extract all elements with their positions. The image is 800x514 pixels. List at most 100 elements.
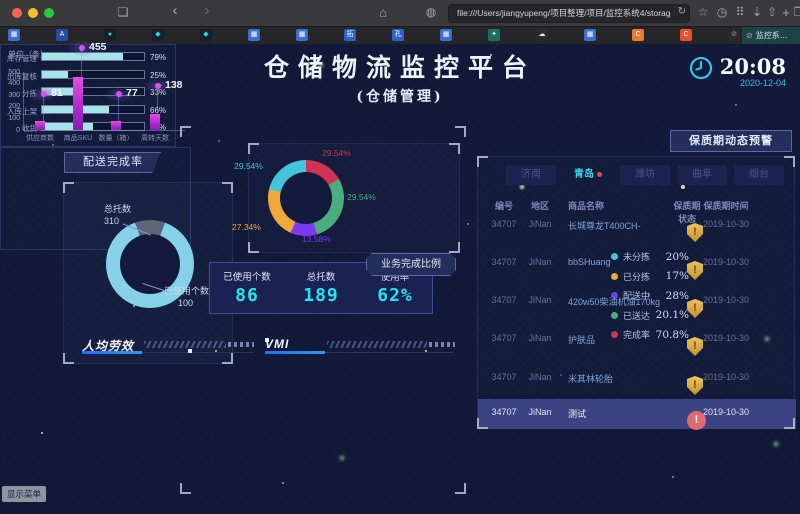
bookmark-tuo-icon[interactable]: 拓: [344, 29, 356, 41]
vmi-section-title: VMI: [265, 337, 455, 363]
table-row[interactable]: 34707JiNan米其林轮胎!2019-10-30: [478, 364, 796, 394]
tab-青岛[interactable]: 青岛: [563, 165, 613, 185]
corner-bracket: [477, 418, 488, 429]
clock-widget: 20:08 2020-12-04: [689, 56, 786, 88]
tab-overview-icon[interactable]: ❐: [790, 4, 800, 21]
y-tick: 500: [0, 69, 20, 76]
delivery-callout-used: 已使用个数100: [164, 285, 209, 309]
dashboard: 仓储物流监控平台 (仓储管理) 20:08 2020-12-04 配送完成率 总…: [0, 44, 800, 514]
y-tick: 100: [0, 115, 20, 122]
tab-title: 监控系…: [756, 31, 788, 40]
bar-track: [41, 105, 145, 114]
table-row[interactable]: 34707JiNan护肤品!2019-10-30: [478, 325, 796, 355]
vmi-x-axis: [23, 130, 185, 131]
starfield: [0, 44, 2, 46]
y-tick: 200: [0, 103, 20, 110]
corner-bracket: [784, 156, 795, 167]
minimize-window-button[interactable]: [28, 8, 38, 18]
y-tick: 300: [0, 92, 20, 99]
corner-bracket: [63, 182, 74, 193]
marker-value: 77: [126, 87, 138, 99]
bookmark-c-red-icon[interactable]: C: [680, 29, 692, 41]
forward-icon[interactable]: ›: [198, 2, 216, 19]
corner-bracket: [449, 143, 460, 154]
tab-济南[interactable]: 济南: [506, 165, 556, 185]
marker-dot-icon: [155, 83, 161, 89]
vmi-bar-周转天数: [150, 114, 160, 130]
tab-潍坊[interactable]: 潍坊: [620, 165, 670, 185]
marker-value: 81: [51, 87, 63, 99]
bar-fill: [42, 71, 68, 78]
bookmark-cyan-diamond-icon[interactable]: ◆: [152, 29, 164, 41]
delivery-rate-button[interactable]: 配送完成率: [64, 152, 161, 173]
browser-window: ❏ ‹ › ⌂ ◍ file:///Users/jiangyupeng/项目整理…: [0, 0, 800, 514]
bookmark-star-icon[interactable]: ☆: [694, 4, 712, 21]
bookmark-blue-grid-icon[interactable]: ▦: [248, 29, 260, 41]
marker-pin: [118, 96, 119, 121]
vmi-bar-供应商数: [35, 121, 45, 130]
bookmark-c-orange-icon[interactable]: C: [632, 29, 644, 41]
bookmark-cyan-diamond-icon[interactable]: ◆: [200, 29, 212, 41]
business-ratio-button[interactable]: 业务完成比例: [366, 253, 456, 276]
browser-tab[interactable]: ⊘监控系…: [742, 27, 800, 44]
corner-bracket: [180, 483, 191, 494]
extensions-icon[interactable]: ⠿: [731, 4, 749, 21]
corner-bracket: [449, 242, 460, 253]
reload-icon[interactable]: ↻: [678, 6, 686, 17]
labor-section-title: 人均劳效: [82, 337, 254, 363]
url-bar[interactable]: file:///Users/jiangyupeng/项目整理/项目/监控系统4/…: [448, 4, 690, 23]
back-icon[interactable]: ‹: [166, 2, 184, 19]
shelf-life-warning-button[interactable]: 保质期动态预警: [670, 130, 792, 152]
y-tick: 0: [0, 127, 20, 134]
marker-pin: [81, 50, 82, 77]
bookmark-cloud-icon[interactable]: ☁: [536, 29, 548, 41]
donut-callout-已送达: 29.54%: [347, 192, 376, 202]
vmi-y-axis: [23, 72, 24, 130]
sidebar-toggle-icon[interactable]: ❏: [114, 4, 132, 21]
table-row[interactable]: 34707JiNanbbSHuang!2019-10-30: [478, 249, 796, 279]
tab-曲阜[interactable]: 曲阜: [677, 165, 727, 185]
bookmark-teal-icon[interactable]: ✦: [488, 29, 500, 41]
bookmark-blue-grid-icon[interactable]: ▦: [296, 29, 308, 41]
marker-value: 455: [89, 41, 107, 53]
corner-bracket: [180, 126, 191, 137]
bookmark-blue-grid-icon[interactable]: ▦: [8, 29, 20, 41]
donut-callout-完成率: 29.54%: [322, 148, 351, 158]
marker-dot-icon: [116, 91, 122, 97]
corner-bracket: [477, 156, 488, 167]
y-tick: 400: [0, 80, 20, 87]
vmi-unit-label: 单位（条）: [8, 49, 48, 60]
corner-bracket: [248, 242, 259, 253]
corner-bracket: [248, 143, 259, 154]
blocked-icon: ⊘: [746, 31, 753, 40]
stat-used: 已使用个数86: [210, 263, 284, 313]
table-row[interactable]: 34707JiNan420w50柴油机油170kg!2019-10-30: [478, 287, 796, 317]
bookmark-kong-icon[interactable]: 孔: [392, 29, 404, 41]
clock-icon: [689, 56, 713, 80]
table-row[interactable]: 34707JiNan测试!2019-10-30: [478, 399, 796, 429]
delivery-callout-total: 总托数310: [104, 203, 131, 227]
url-text: file:///Users/jiangyupeng/项目整理/项目/监控系统4/…: [457, 7, 671, 19]
bookmark-blue-grid-icon[interactable]: ▦: [584, 29, 596, 41]
home-icon[interactable]: ⌂: [374, 4, 392, 21]
bookmark-cyan-dot-icon[interactable]: ●: [104, 29, 116, 41]
bookmark-blue-a-icon[interactable]: A: [56, 29, 68, 41]
show-menu-button[interactable]: 显示菜单: [2, 486, 46, 502]
bookmark-blocked-icon[interactable]: ⊘: [728, 29, 740, 41]
privacy-shield-icon[interactable]: ◍: [422, 4, 440, 21]
vmi-bar-数量（箱）: [111, 121, 121, 130]
browser-titlebar: ❏ ‹ › ⌂ ◍ file:///Users/jiangyupeng/项目整理…: [0, 0, 800, 27]
zoom-window-button[interactable]: [44, 8, 54, 18]
bar-fill: [42, 123, 93, 130]
bookmark-blue-grid-icon[interactable]: ▦: [440, 29, 452, 41]
vmi-bar-商品SKU: [73, 77, 83, 130]
tab-烟台[interactable]: 烟台: [734, 165, 784, 185]
close-window-button[interactable]: [12, 8, 22, 18]
active-dot-icon: [597, 172, 602, 177]
marker-dot-icon: [79, 45, 85, 51]
donut-callout-已分拣: 27.34%: [232, 222, 261, 232]
stat-total: 总托数189: [284, 263, 358, 313]
marker-pin: [157, 88, 158, 114]
table-row[interactable]: 34707JiNan长城尊龙T400CH-!2019-10-30: [478, 211, 796, 241]
history-icon[interactable]: ◷: [713, 4, 731, 21]
